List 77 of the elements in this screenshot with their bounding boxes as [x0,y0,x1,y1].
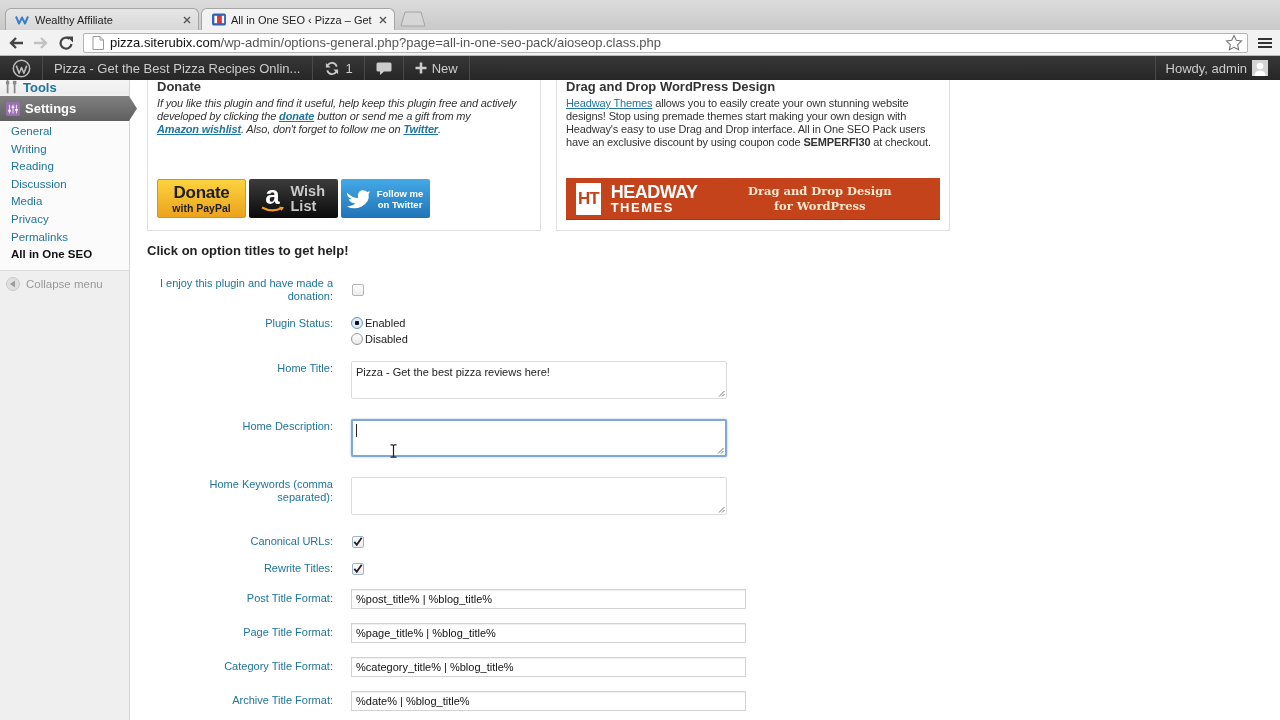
submenu-item[interactable]: General [0,123,129,141]
submenu-item[interactable]: Writing [0,140,129,159]
address-bar[interactable]: pizza.siterubix.com/wp-admin/options-general.php?page=all-in-one-seo-pack/aioseop.class.php [83,32,1248,53]
text-input-field[interactable]: %page_title% | %blog_title% [351,623,746,643]
refresh-icon [324,60,341,76]
star-icon[interactable] [1225,33,1243,52]
option-label[interactable]: Post Title Format: [157,589,333,609]
checkbox[interactable] [352,535,364,548]
box-heading: Drag and Drop WordPress Design [566,80,776,94]
radio-label[interactable]: Enabled [365,317,406,329]
box-heading: Donate [157,80,202,94]
sliders-icon [6,101,20,116]
submenu-item[interactable]: Media [0,193,129,211]
avatar-icon [1252,60,1268,76]
back-icon[interactable] [8,34,24,51]
text-input-field[interactable]: %date% | %blog_title% [351,691,746,711]
text-area-field[interactable]: Pizza - Get the best pizza reviews here! [351,361,727,399]
donate-button[interactable]: Donate with PayPal [157,179,246,218]
option-label[interactable]: Archive Title Format: [157,691,333,711]
inline-link[interactable]: Headway Themes [566,97,653,109]
submenu-item[interactable]: Reading [0,158,129,176]
help-heading: Click on option titles to get help! [147,243,349,259]
plus-icon [414,62,427,74]
smile-arrow-icon [260,206,285,213]
account-link[interactable]: Howdy, admin [1154,56,1280,80]
inline-link[interactable]: donate [279,110,315,122]
checkmark-icon [353,537,363,546]
radio-button[interactable] [351,317,363,329]
promo-text: Headway Themes allows you to easily create your own stunning website designs! Stop using premade themes start making your own design with Headway's easy to use Drag and Drop interface. All in One SEO Pack users have an exclusive discount by using coupon code SEMPERFI30 at checkout. [566,97,932,149]
inline-link[interactable]: Amazon wishlist [157,123,241,135]
option-label[interactable]: Home Keywords (comma separated): [157,477,333,515]
sidebar-menu-item[interactable]: Tools [0,80,129,94]
updates-link[interactable]: 1 [313,56,365,80]
submenu-item[interactable]: Privacy [0,210,129,229]
text-area-field[interactable] [351,419,727,457]
sidebar-menu-item[interactable]: Settings [0,96,137,121]
text-input-field[interactable]: %post_title% | %blog_title% [351,589,746,609]
tools-icon [5,80,19,94]
menu-icon[interactable] [1258,36,1272,49]
submenu-item[interactable]: Permalinks [0,228,129,247]
option-label[interactable]: Page Title Format: [157,623,333,643]
logo-icon [15,13,31,26]
favicon-icon [211,13,227,26]
option-label[interactable]: Canonical URLs: [157,535,333,548]
promo-text: If you like this plugin and find it useful, help keep this plugin free and actively developed by clicking the donate button or send me a gift from my Amazon wishlist. Also, don't forget to follow me on Twitter. [157,97,518,136]
option-label[interactable]: Home Title: [157,361,333,399]
option-label[interactable]: Plugin Status: [157,317,333,347]
browser-tab[interactable]: Wealthy Affiliate [5,8,199,30]
text-caret-icon [356,424,357,437]
option-label[interactable]: Category Title Format: [157,657,333,677]
new-content-link[interactable]: New [403,56,470,80]
resize-grip-icon[interactable] [717,447,724,454]
close-icon[interactable] [379,15,387,24]
option-label[interactable]: I enjoy this plugin and have made a donation: [157,277,333,303]
collapse-icon [6,276,20,291]
comment-icon[interactable] [375,60,392,76]
follow-button[interactable]: Follow me on Twitter [341,179,430,218]
resize-grip-icon[interactable] [718,506,725,513]
text-input-field[interactable]: %category_title% | %blog_title% [351,657,746,677]
radio-label[interactable]: Disabled [365,333,408,345]
submenu-item[interactable]: Discussion [0,175,129,194]
option-label[interactable]: Home Description: [157,419,333,457]
logo-tile: HT [576,182,601,215]
submenu-item[interactable]: All in One SEO [0,246,129,264]
option-label[interactable]: Rewrite Titles: [157,562,333,575]
reload-icon[interactable] [58,34,74,51]
checkmark-icon [353,564,363,573]
logo-icon[interactable] [11,58,31,78]
i-beam-cursor-icon [390,444,397,458]
close-icon[interactable] [183,15,191,24]
page-icon [92,35,104,50]
resize-grip-icon[interactable] [718,390,725,397]
checkbox[interactable] [352,562,364,575]
checkbox[interactable] [352,284,364,296]
inline-link[interactable]: Twitter [403,123,438,135]
radio-button[interactable] [351,333,363,345]
browser-tab[interactable]: All in One SEO ‹ Pizza – Get [201,8,395,30]
